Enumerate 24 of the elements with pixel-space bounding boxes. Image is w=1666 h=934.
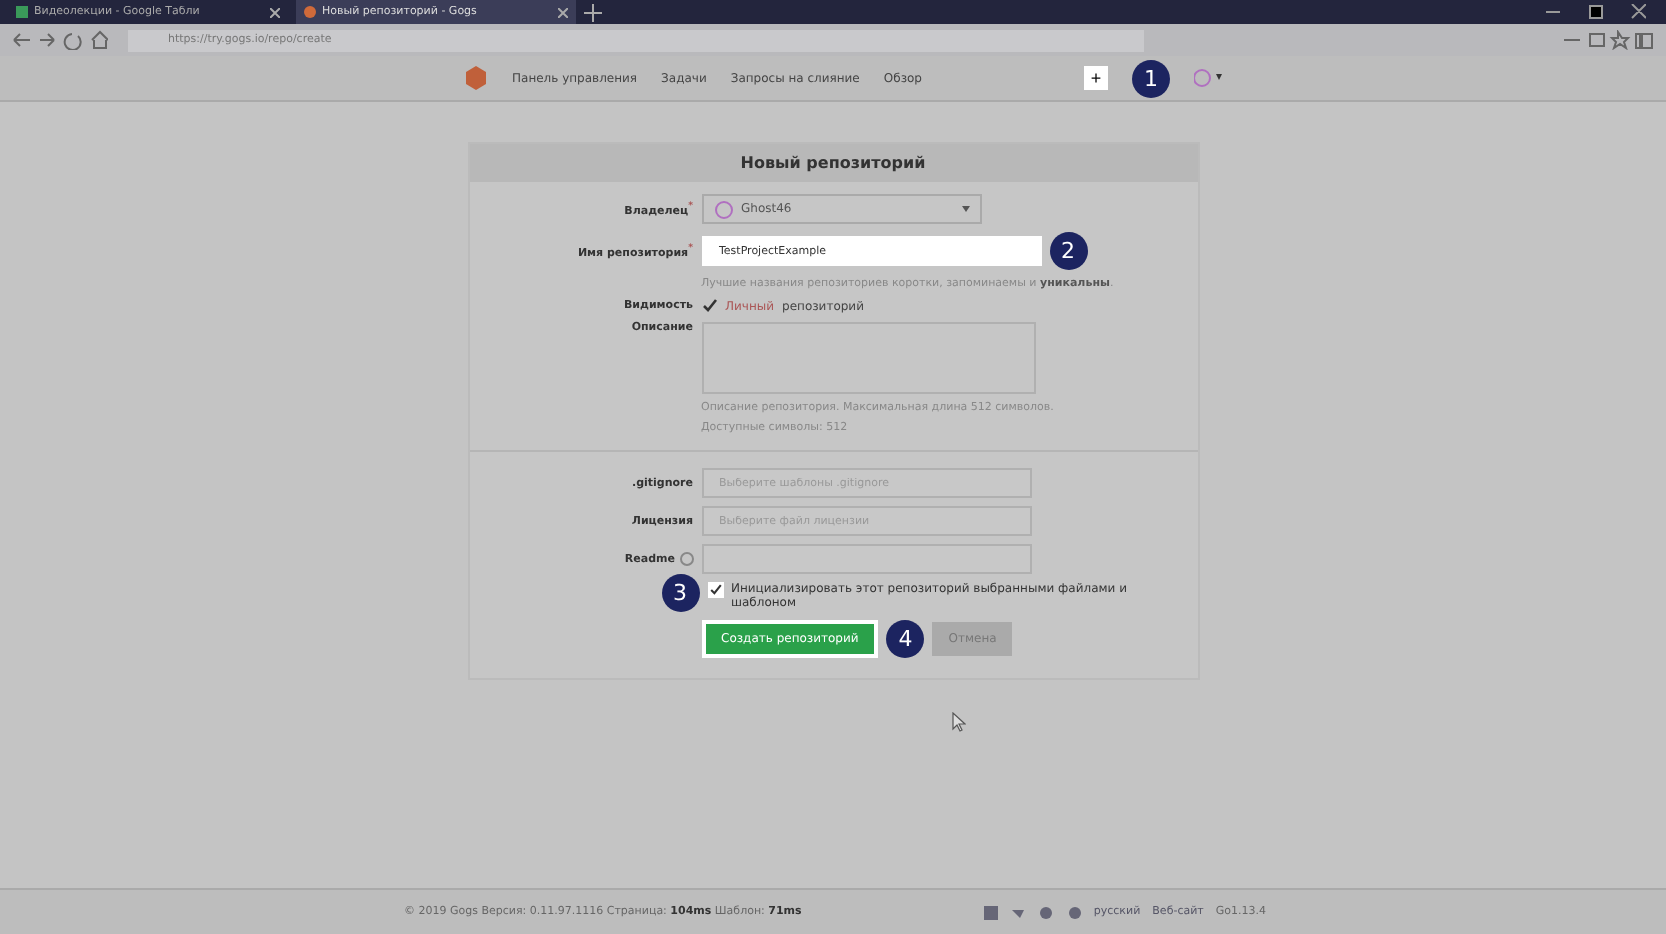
form-title: Новый репозиторий	[469, 144, 1197, 182]
help-icon[interactable]	[679, 552, 693, 566]
close-icon[interactable]	[270, 7, 280, 17]
logo-icon[interactable]	[464, 66, 488, 90]
step-badge: 4	[886, 620, 925, 658]
step-badge: 3	[661, 574, 699, 612]
checkbox[interactable]	[707, 582, 723, 598]
cursor-icon	[952, 712, 966, 732]
close-icon[interactable]	[558, 7, 568, 17]
avatar-icon	[713, 199, 733, 219]
social-icons-drawing[interactable]	[983, 905, 1056, 919]
tab-favicon-icon	[16, 6, 28, 18]
step-badge: 1	[1132, 59, 1170, 97]
step-badge: 2	[1049, 232, 1087, 270]
new-tab-icon[interactable]	[584, 3, 602, 21]
window-controls-drawing[interactable]	[1546, 4, 1646, 20]
caret-icon	[961, 206, 969, 212]
new-button[interactable]: +	[1084, 66, 1108, 90]
tab-favicon-icon	[304, 6, 316, 18]
browser-navigation-drawing[interactable]	[12, 30, 108, 50]
toolbar-icons-drawing[interactable]	[1564, 30, 1654, 50]
checkbox[interactable]	[701, 298, 717, 314]
globe-icon	[1067, 905, 1082, 919]
avatar-icon[interactable]	[1194, 68, 1226, 88]
